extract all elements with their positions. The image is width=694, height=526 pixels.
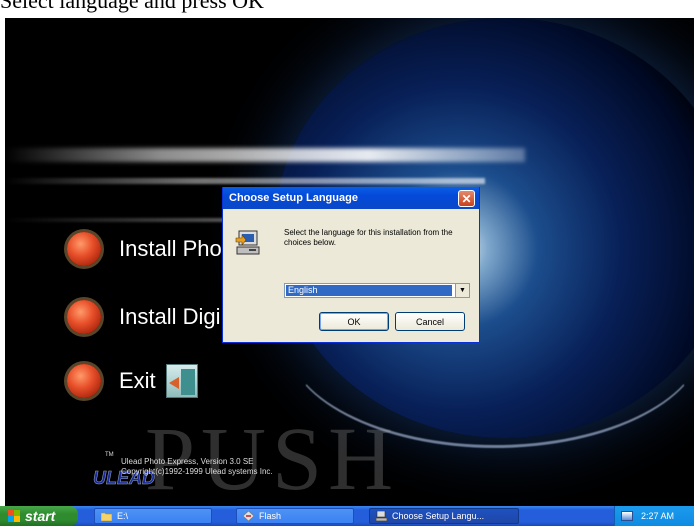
choose-setup-language-dialog: Choose Setup Language ✕ Select the langu…	[222, 187, 480, 343]
start-button[interactable]: start	[0, 506, 78, 526]
dropdown-arrow-icon[interactable]: ▼	[455, 284, 469, 297]
taskbar-item-label: Choose Setup Langu...	[392, 511, 485, 521]
menu-label: Install Pho	[119, 236, 222, 261]
red-bullet-icon	[67, 364, 101, 398]
close-button[interactable]: ✕	[458, 190, 475, 207]
language-selected-value: English	[286, 285, 452, 296]
flash-icon	[243, 511, 254, 521]
setup-computer-icon	[235, 230, 260, 255]
version-info: Ulead Photo Express, Version 3.0 SE Copy…	[121, 457, 273, 477]
taskbar-item-choose-setup-language[interactable]: Choose Setup Langu...	[369, 508, 519, 524]
setup-icon	[376, 511, 387, 521]
start-label: start	[25, 508, 56, 524]
install-photo-express-option[interactable]: Install Pho	[67, 232, 222, 266]
exit-door-icon[interactable]	[165, 364, 198, 398]
exit-option[interactable]: Exit	[67, 364, 198, 398]
dialog-title: Choose Setup Language	[229, 192, 358, 204]
taskbar: start E:\ Flash Choose Setup Langu... 2:…	[0, 506, 694, 526]
red-bullet-icon	[67, 300, 101, 334]
instruction-caption: Select language and press OK	[0, 0, 694, 18]
language-dropdown[interactable]: English ▼	[284, 283, 470, 298]
light-streak	[5, 148, 525, 162]
taskbar-item-drive-e[interactable]: E:\	[94, 508, 212, 524]
copyright-line: Copyright(c)1992-1999 Ulead systems Inc.	[121, 467, 273, 476]
caption-text: Select language and press OK	[0, 0, 264, 13]
dialog-title-bar[interactable]: Choose Setup Language	[223, 187, 479, 209]
menu-label: Install Digi	[119, 304, 221, 329]
menu-label: Exit	[119, 368, 156, 393]
dialog-message: Select the language for this installatio…	[284, 228, 453, 247]
network-icon[interactable]	[621, 511, 633, 521]
system-tray: 2:27 AM	[614, 506, 694, 526]
ok-button[interactable]: OK	[319, 312, 389, 331]
light-streak	[5, 178, 485, 184]
clock[interactable]: 2:27 AM	[641, 511, 674, 521]
folder-icon	[101, 512, 112, 521]
version-line: Ulead Photo Express, Version 3.0 SE	[121, 457, 254, 466]
install-digital-option[interactable]: Install Digi	[67, 300, 220, 334]
red-bullet-icon	[67, 232, 101, 266]
taskbar-item-label: E:\	[117, 511, 129, 521]
trademark-mark: TM	[105, 452, 114, 458]
taskbar-item-flash[interactable]: Flash	[236, 508, 354, 524]
taskbar-item-label: Flash	[259, 511, 282, 521]
cancel-button[interactable]: Cancel	[395, 312, 465, 331]
windows-logo-icon	[8, 510, 20, 522]
